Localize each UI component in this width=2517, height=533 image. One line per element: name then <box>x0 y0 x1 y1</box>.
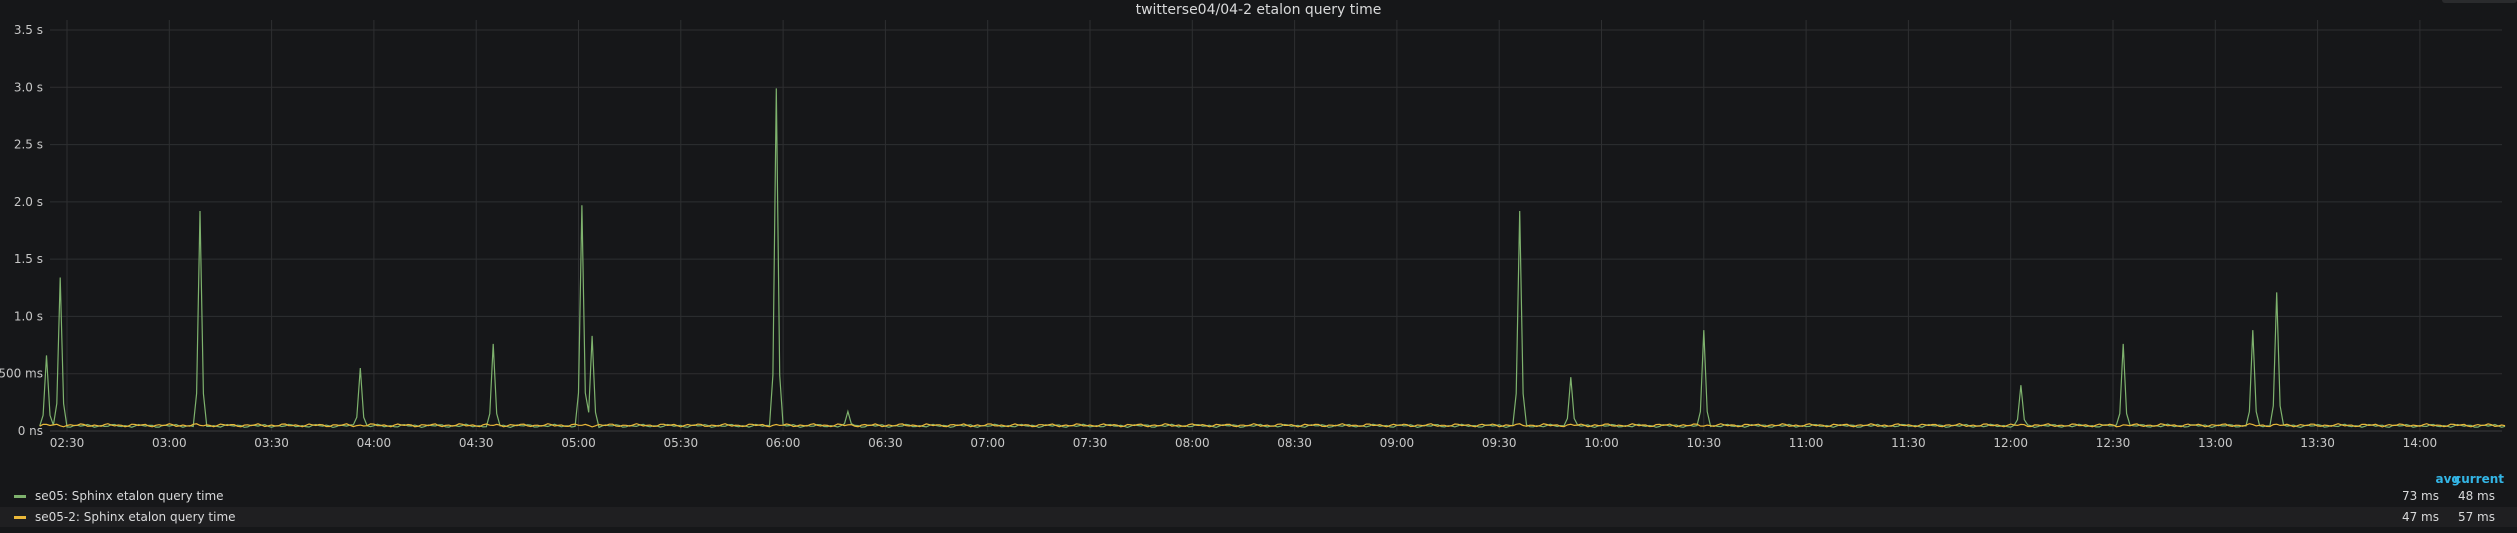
y-axis: 0 ns 500 ms 1.0 s 1.5 s 2.0 s 2.5 s 3.0 s 3.5 s <box>0 23 43 438</box>
x-tick-label: 10:30 <box>1687 436 1722 450</box>
x-tick-label: 13:00 <box>2198 436 2233 450</box>
x-tick-label: 11:00 <box>1789 436 1824 450</box>
x-tick-label: 12:00 <box>1993 436 2028 450</box>
x-tick-label: 03:30 <box>254 436 289 450</box>
y-tick-label: 3.0 s <box>14 80 43 94</box>
series-line <box>39 88 2506 429</box>
x-tick-label: 06:00 <box>766 436 801 450</box>
legend-avg-value: 47 ms <box>2401 510 2439 524</box>
legend-current-value: 57 ms <box>2457 510 2495 524</box>
y-tick-label: 1.0 s <box>14 309 43 323</box>
legend-swatch-icon <box>14 495 26 498</box>
y-tick-label: 2.5 s <box>14 138 43 152</box>
x-tick-label: 08:00 <box>1175 436 1210 450</box>
grid <box>50 20 2502 432</box>
x-tick-label: 09:30 <box>1482 436 1517 450</box>
x-tick-label: 04:30 <box>459 436 494 450</box>
x-tick-label: 09:00 <box>1380 436 1415 450</box>
x-tick-label: 04:00 <box>357 436 392 450</box>
x-tick-label: 03:00 <box>152 436 187 450</box>
x-axis: 02:30 03:00 03:30 04:00 04:30 05:00 05:30 06:00… <box>50 436 2437 450</box>
legend-item[interactable]: se05: Sphinx etalon query time 73 ms 48 … <box>0 486 2517 506</box>
legend-avg-value: 73 ms <box>2401 489 2439 503</box>
x-tick-label: 10:00 <box>1584 436 1619 450</box>
x-tick-label: 12:30 <box>2096 436 2131 450</box>
x-tick-label: 11:30 <box>1891 436 1926 450</box>
legend-series-name[interactable]: se05-2: Sphinx etalon query time <box>35 507 236 527</box>
x-tick-label: 06:30 <box>868 436 903 450</box>
legend-col-current[interactable]: current <box>2454 472 2504 486</box>
x-tick-label: 05:00 <box>561 436 596 450</box>
y-tick-label: 2.0 s <box>14 195 43 209</box>
x-tick-label: 13:30 <box>2300 436 2335 450</box>
legend-swatch-icon <box>14 516 26 519</box>
series-layer <box>39 88 2506 429</box>
y-tick-label: 500 ms <box>0 367 43 381</box>
y-tick-label: 3.5 s <box>14 23 43 37</box>
x-tick-label: 07:30 <box>1073 436 1108 450</box>
x-tick-label: 05:30 <box>664 436 699 450</box>
x-tick-label: 07:00 <box>970 436 1005 450</box>
x-tick-label: 14:00 <box>2403 436 2438 450</box>
legend-item[interactable]: se05-2: Sphinx etalon query time 47 ms 5… <box>0 507 2517 527</box>
x-tick-label: 08:30 <box>1277 436 1312 450</box>
y-tick-label: 0 ns <box>18 424 43 438</box>
chart-area[interactable]: 0 ns 500 ms 1.0 s 1.5 s 2.0 s 2.5 s 3.0 s 3.5 s… <box>0 0 2517 470</box>
graph-panel: twitterse04/04-2 etalon query time 0 ns 5… <box>0 0 2517 533</box>
y-tick-label: 1.5 s <box>14 252 43 266</box>
x-tick-label: 02:30 <box>50 436 85 450</box>
legend-series-name[interactable]: se05: Sphinx etalon query time <box>35 486 224 506</box>
legend-current-value: 48 ms <box>2457 489 2495 503</box>
